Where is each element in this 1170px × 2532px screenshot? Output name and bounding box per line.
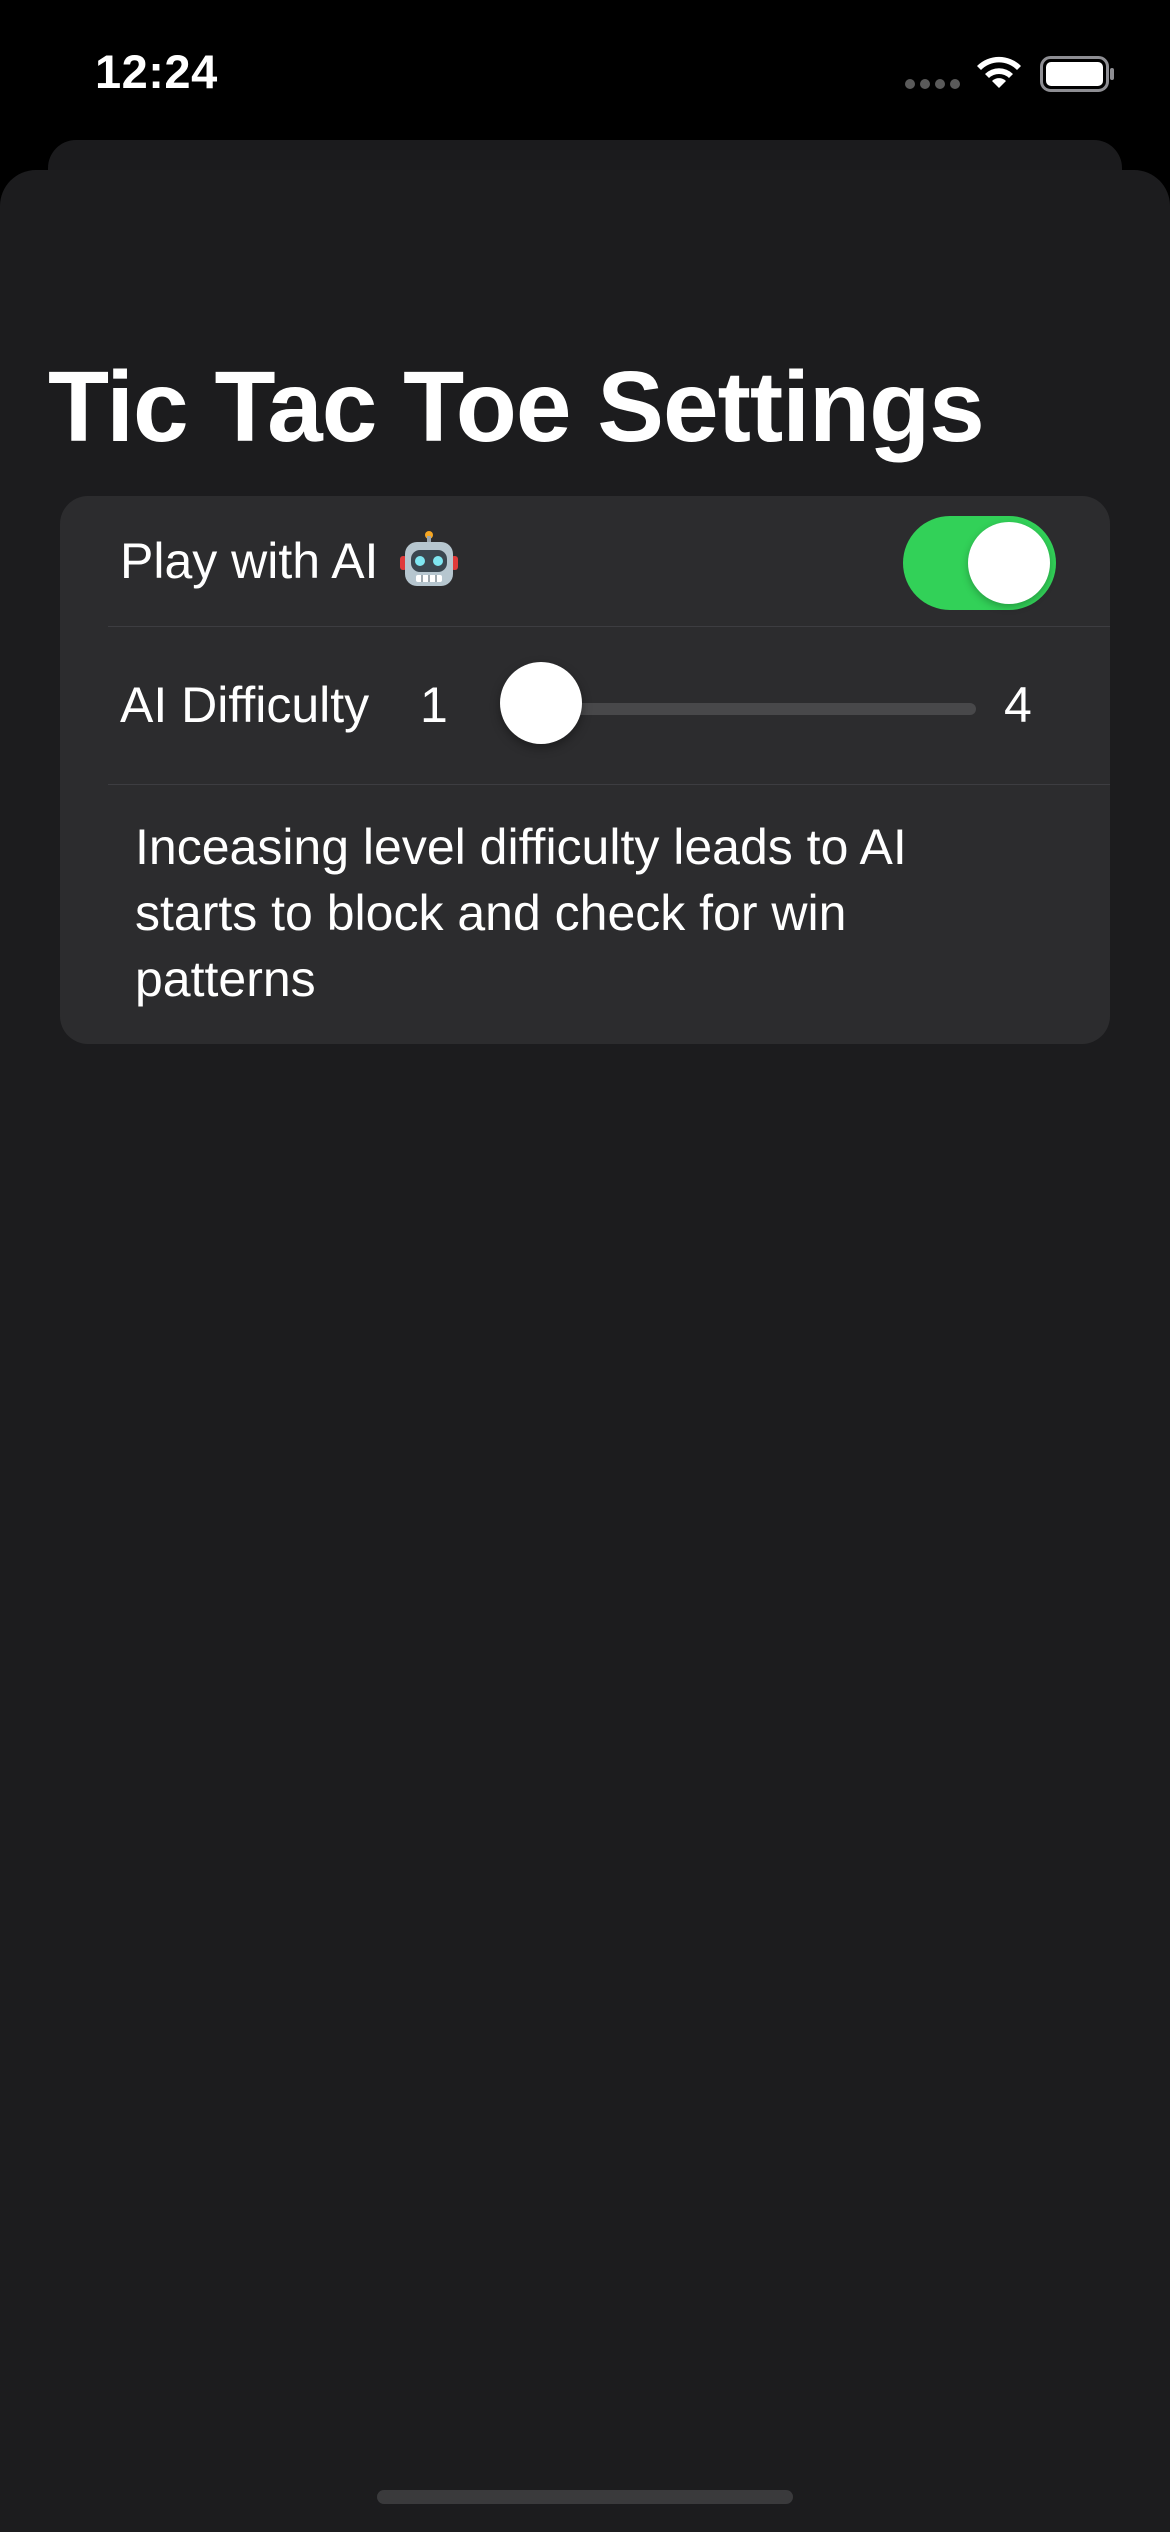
robot-icon: [400, 531, 458, 586]
ai-difficulty-row: AI Difficulty 1 4: [60, 626, 1110, 784]
slider-min-label: 1: [420, 677, 448, 733]
description-row: Inceasing level difficulty leads to AI s…: [60, 784, 1110, 1044]
play-with-ai-row: Play with AI: [60, 496, 1110, 626]
difficulty-description: Inceasing level difficulty leads to AI s…: [135, 819, 907, 1007]
wifi-icon: [977, 56, 1021, 88]
page-title: Tic Tac Toe Settings: [48, 351, 985, 463]
slider-max-label: 4: [1004, 677, 1032, 733]
screen: 12:24 Tic Tac Toe Settings Play with AI: [0, 0, 1170, 2532]
status-bar: 12:24: [0, 0, 1170, 150]
battery-icon: [1040, 56, 1114, 92]
status-time: 12:24: [95, 45, 218, 98]
settings-card: Play with AI AI Difficulty 1 4 Inceasing…: [60, 496, 1110, 1044]
slider-thumb[interactable]: [500, 662, 582, 744]
play-with-ai-toggle[interactable]: [903, 516, 1056, 610]
cellular-signal-icon: [905, 79, 960, 89]
toggle-knob: [968, 522, 1050, 604]
play-with-ai-label: Play with AI: [120, 533, 379, 589]
ai-difficulty-label: AI Difficulty: [120, 677, 370, 733]
home-indicator[interactable]: [377, 2490, 793, 2504]
